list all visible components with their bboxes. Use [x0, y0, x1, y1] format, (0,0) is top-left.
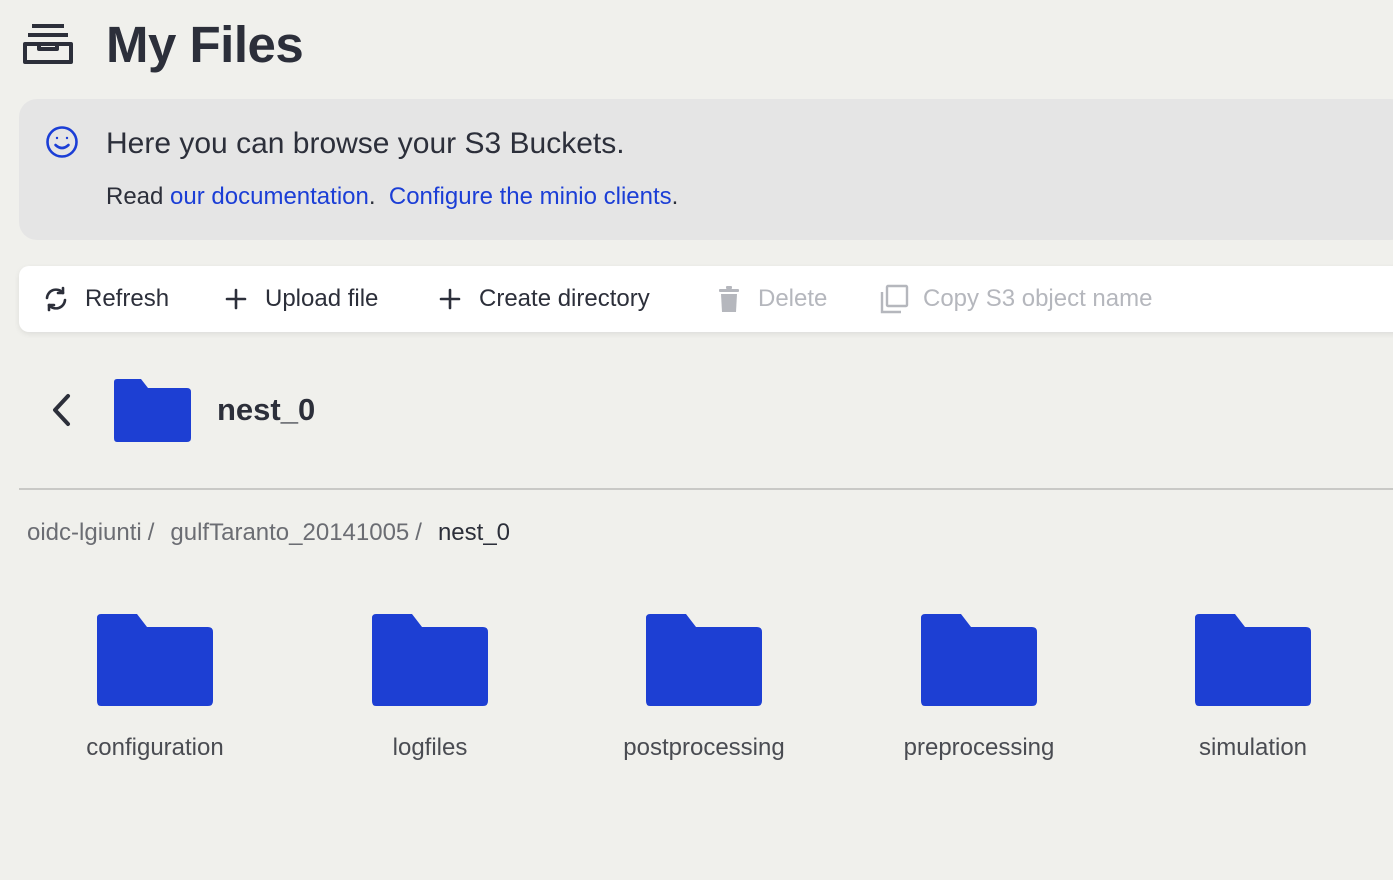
- folder-label: simulation: [1198, 734, 1308, 761]
- banner-headline: Here you can browse your S3 Buckets.: [106, 127, 625, 160]
- read-prefix: Read: [106, 183, 171, 210]
- documentation-link[interactable]: our documentation: [170, 183, 369, 210]
- breadcrumb-current: nest_0: [437, 519, 511, 546]
- folder-icon: [97, 614, 213, 706]
- plus-icon: [221, 284, 251, 314]
- breadcrumb-separator: /: [415, 519, 422, 546]
- folder-item-simulation[interactable]: simulation: [1143, 612, 1363, 762]
- folder-icon: [372, 614, 488, 706]
- plus-icon: [435, 284, 465, 314]
- file-browser-page: My Files Here you can browse your S3 Buc…: [0, 0, 1393, 880]
- copy-icon: [879, 284, 909, 314]
- refresh-icon: [41, 284, 71, 314]
- trash-icon: [714, 284, 744, 314]
- banner-links-line: Read our documentation. Configure the mi…: [106, 183, 678, 211]
- breadcrumb-item-bucket[interactable]: oidc-lgiunti: [27, 519, 142, 547]
- folder-item-logfiles[interactable]: logfiles: [320, 612, 540, 762]
- delete-label: Delete: [758, 285, 828, 312]
- folder-icon: [921, 614, 1037, 706]
- folder-item-postprocessing[interactable]: postprocessing: [594, 612, 814, 762]
- copy-s3-object-name-label: Copy S3 object name: [923, 285, 1153, 312]
- info-banner: Here you can browse your S3 Buckets. Rea…: [19, 99, 1393, 240]
- upload-file-button[interactable]: Upload file: [221, 266, 378, 332]
- create-directory-label: Create directory: [479, 285, 650, 312]
- folder-label: configuration: [86, 734, 224, 761]
- create-directory-button[interactable]: Create directory: [435, 266, 650, 332]
- folder-label: postprocessing: [623, 734, 785, 761]
- folder-label: logfiles: [392, 734, 468, 761]
- copy-s3-object-name-button[interactable]: Copy S3 object name: [879, 266, 1152, 332]
- files-tray-icon: [22, 20, 78, 68]
- page-header: My Files: [22, 14, 304, 74]
- period-2: .: [671, 183, 679, 210]
- current-folder-name: nest_0: [217, 392, 316, 427]
- refresh-button[interactable]: Refresh: [41, 266, 169, 332]
- divider: [19, 488, 1393, 490]
- file-toolbar: Refresh Upload file Create directory Del…: [19, 266, 1393, 332]
- breadcrumb-separator: /: [147, 519, 155, 546]
- current-folder-icon: [111, 378, 193, 444]
- configure-minio-link[interactable]: Configure the minio clients: [389, 183, 672, 210]
- period-1: .: [368, 183, 376, 210]
- page-title: My Files: [106, 15, 304, 73]
- delete-button[interactable]: Delete: [714, 266, 827, 332]
- folder-item-configuration[interactable]: configuration: [45, 612, 265, 762]
- folder-icon: [646, 614, 762, 706]
- folder-item-preprocessing[interactable]: preprocessing: [869, 612, 1089, 762]
- breadcrumb-item-gulftaranto[interactable]: gulfTaranto_20141005: [170, 519, 409, 547]
- refresh-label: Refresh: [85, 285, 170, 312]
- folder-label: preprocessing: [903, 734, 1055, 761]
- folder-icon: [1195, 614, 1311, 706]
- chevron-left-icon: [53, 394, 70, 426]
- upload-file-label: Upload file: [265, 285, 379, 312]
- back-button[interactable]: [44, 390, 80, 430]
- breadcrumb: oidc-lgiunti / gulfTaranto_20141005 / ne…: [27, 519, 510, 547]
- smiley-icon: [45, 125, 79, 159]
